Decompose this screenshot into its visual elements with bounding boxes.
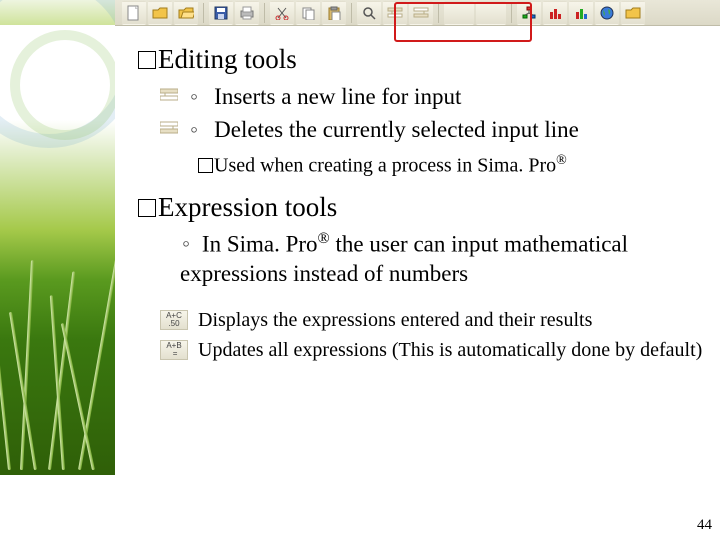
- save-icon[interactable]: [209, 1, 233, 25]
- insert-line-icon: [160, 86, 178, 104]
- editing-note-text: Used when creating a process in Sima. Pr…: [214, 155, 556, 177]
- bullet-ring: ◦: [182, 231, 190, 256]
- content: Editing tools ◦ Inserts a new line for i…: [130, 44, 720, 367]
- expression-para-a: In Sima. Pro: [202, 231, 318, 256]
- zoom-icon[interactable]: [357, 1, 381, 25]
- chart-multi-icon[interactable]: [569, 1, 593, 25]
- bullet-ring: ◦: [190, 81, 198, 112]
- heading-editing-tools: Editing tools: [138, 44, 720, 75]
- expr-update-label: A+B =: [166, 342, 181, 358]
- list-item-text: Updates all expressions (This is automat…: [198, 339, 702, 361]
- toolbar-separator: [203, 3, 204, 23]
- expression-items: A+C .50 Displays the expressions entered…: [160, 307, 720, 363]
- toolbar-separator: [511, 3, 512, 23]
- paste-icon[interactable]: [322, 1, 346, 25]
- cut-icon[interactable]: [270, 1, 294, 25]
- tree-icon[interactable]: [517, 1, 541, 25]
- toolbar-separator: [438, 3, 439, 23]
- editing-tools-list: ◦ Inserts a new line for input ◦ Deletes…: [160, 81, 720, 145]
- list-item: A+B = Updates all expressions (This is a…: [160, 337, 720, 363]
- new-file-icon[interactable]: [122, 1, 146, 25]
- list-item-text: Displays the expressions entered and the…: [198, 309, 592, 331]
- registered-mark: ®: [318, 230, 330, 247]
- list-item: ◦ Deletes the currently selected input l…: [160, 114, 720, 145]
- heading-expression-tools: Expression tools: [138, 192, 720, 223]
- chart-red-icon[interactable]: [543, 1, 567, 25]
- slide: Editing tools ◦ Inserts a new line for i…: [0, 0, 720, 540]
- copy-icon[interactable]: [296, 1, 320, 25]
- list-item-text: Inserts a new line for input: [214, 81, 461, 112]
- expr-display-label: A+C .50: [166, 312, 182, 328]
- expr-update-icon: A+B =: [160, 340, 188, 360]
- list-item: ◦ Inserts a new line for input: [160, 81, 720, 112]
- globe-icon[interactable]: [595, 1, 619, 25]
- open-folder-icon[interactable]: [174, 1, 198, 25]
- list-item: A+C .50 Displays the expressions entered…: [160, 307, 720, 333]
- heading-expression-label: Expression tools: [158, 192, 337, 222]
- list-item-text: Deletes the currently selected input lin…: [214, 114, 579, 145]
- heading-editing-label: Editing tools: [158, 44, 297, 74]
- open-file-icon[interactable]: [148, 1, 172, 25]
- insert-line-icon[interactable]: [383, 1, 407, 25]
- toolbar-separator: [351, 3, 352, 23]
- expr-update-icon[interactable]: [476, 1, 506, 25]
- expression-para: ◦ In Sima. Pro® the user can input mathe…: [180, 229, 712, 289]
- folder-icon[interactable]: [621, 1, 645, 25]
- toolbar-separator: [264, 3, 265, 23]
- registered-mark: ®: [556, 153, 567, 168]
- expr-display-icon: A+C .50: [160, 310, 188, 330]
- page-number: 44: [697, 517, 712, 534]
- sidebar-decorative: [0, 0, 115, 540]
- expr-display-icon[interactable]: [444, 1, 474, 25]
- delete-line-icon: [160, 119, 178, 137]
- delete-line-icon[interactable]: [409, 1, 433, 25]
- editing-note: Used when creating a process in Sima. Pr…: [198, 153, 720, 178]
- toolbar: [115, 0, 720, 26]
- bullet-ring: ◦: [190, 114, 198, 145]
- print-icon[interactable]: [235, 1, 259, 25]
